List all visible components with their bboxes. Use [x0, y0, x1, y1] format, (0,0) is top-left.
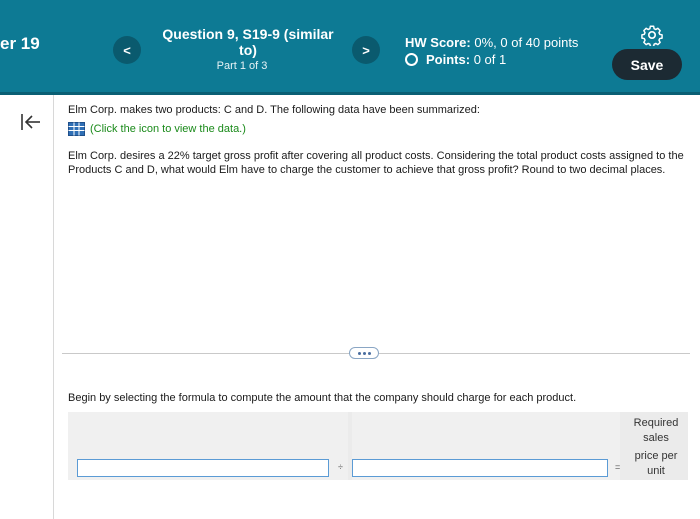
hw-score: HW Score: 0%, 0 of 40 points	[405, 35, 578, 50]
step-instruction: Begin by selecting the formula to comput…	[68, 392, 577, 404]
view-data-link[interactable]: (Click the icon to view the data.)	[68, 122, 246, 136]
points-status-icon	[405, 53, 418, 66]
divide-operator: ÷	[338, 462, 343, 472]
points-row: Points: 0 of 1	[405, 52, 506, 67]
points-value: 0 of 1	[473, 52, 507, 67]
question-title: Question 9, S19-9 (similar to)	[162, 26, 334, 58]
previous-question-button[interactable]: <	[113, 36, 141, 64]
save-button[interactable]: Save	[612, 49, 682, 80]
table-icon[interactable]	[68, 122, 85, 136]
question-body: Elm Corp. desires a 22% target gross pro…	[68, 150, 684, 176]
top-header-bar: er 19 < Question 9, S19-9 (similar to) P…	[0, 0, 700, 95]
left-sidebar	[0, 95, 54, 519]
result-label-required-sales: Required sales	[633, 417, 679, 444]
result-label-price-per-unit: price per unit	[634, 450, 678, 477]
expand-more-button[interactable]	[349, 347, 379, 359]
dot-2	[362, 351, 366, 355]
hw-score-value: 0%, 0 of 40 points	[474, 35, 579, 50]
view-data-link-text[interactable]: (Click the icon to view the data.)	[90, 123, 246, 135]
formula-input-2[interactable]	[352, 459, 608, 477]
equals-operator: =	[615, 462, 621, 472]
collapse-left-icon[interactable]	[20, 113, 42, 131]
dot-1	[357, 351, 361, 355]
formula-input-1[interactable]	[77, 459, 329, 477]
hw-score-label: HW Score:	[405, 35, 471, 50]
formula-table: ÷ =	[68, 412, 688, 480]
chapter-label: er 19	[0, 34, 40, 53]
next-question-button[interactable]: >	[352, 36, 380, 64]
question-intro: Elm Corp. makes two products: C and D. T…	[68, 104, 480, 116]
points-label: Points:	[426, 52, 471, 67]
question-part-label: Part 1 of 3	[216, 60, 268, 72]
dot-3	[367, 351, 371, 355]
gear-icon[interactable]	[641, 24, 663, 46]
